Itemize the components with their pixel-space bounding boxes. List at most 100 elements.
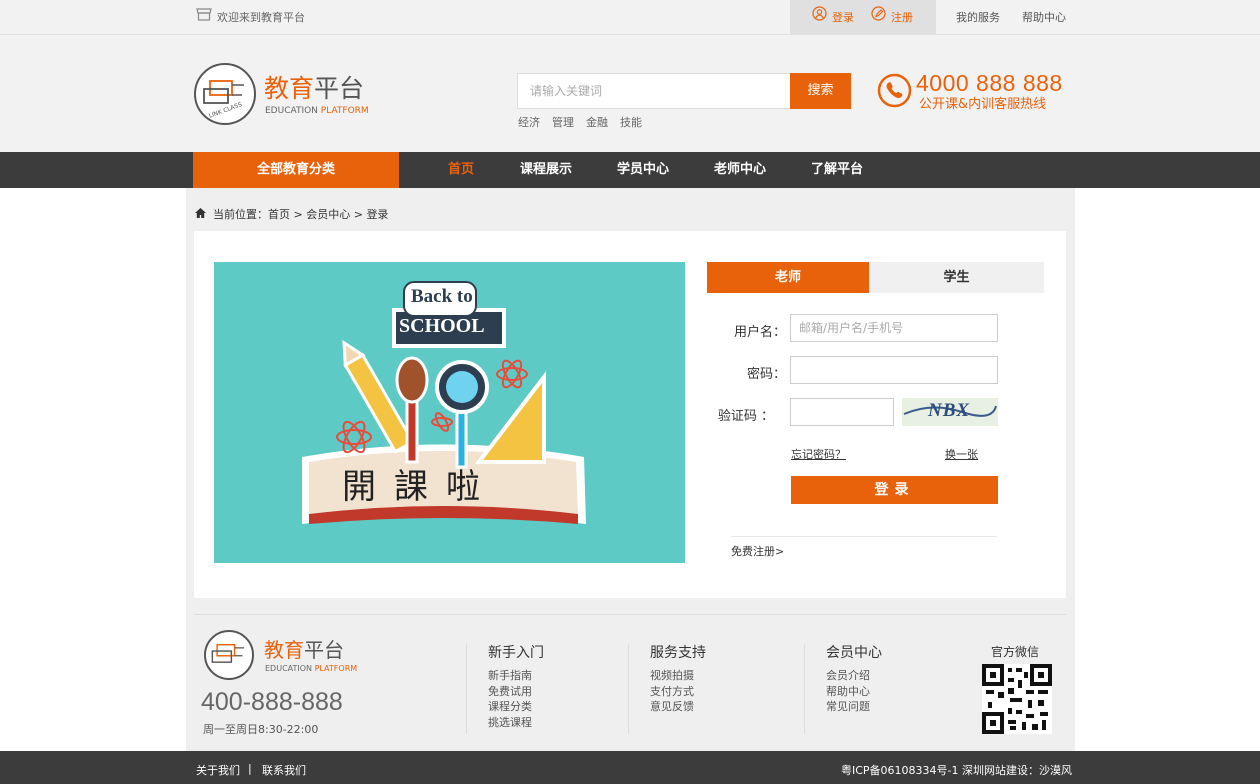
breadcrumb-current: 登录 <box>366 208 389 221</box>
footer-column-title: 新手入门 <box>488 645 544 661</box>
welcome-text: 欢迎来到教育平台 <box>217 11 305 24</box>
hot-keyword[interactable]: 技能 <box>620 114 642 130</box>
breadcrumb-prefix: 当前位置： <box>213 208 268 221</box>
bottom-bar: 关于我们 | 联系我们 粤ICP备06108334号-1 深圳网站建设：沙漠风 <box>0 751 1260 784</box>
register-link-label: 注册 <box>891 11 913 24</box>
footer-logo-title-part2: 平台 <box>304 638 344 662</box>
hotline-desc: 公开课&内训客服热线 <box>919 97 1047 112</box>
logo-subtitle-part1: EDUCATION <box>265 106 318 116</box>
help-center-link[interactable]: 帮助中心 <box>1022 0 1066 35</box>
footer-phone: 400-888-888 <box>201 688 343 716</box>
home-icon <box>194 207 207 222</box>
footer-column-title: 服务支持 <box>650 645 706 661</box>
footer-link[interactable]: 视频拍摄 <box>650 668 706 684</box>
about-us-link[interactable]: 关于我们 <box>196 762 240 778</box>
free-register-link[interactable]: 免费注册> <box>731 543 784 559</box>
footer-logo-title: 教育平台 <box>264 638 344 662</box>
banner-book-text: 開課啦 <box>342 467 498 507</box>
footer-separator <box>466 644 467 734</box>
wechat-qr-code <box>982 664 1052 734</box>
nav-item-about[interactable]: 了解平台 <box>811 152 863 188</box>
login-link[interactable]: 登录 <box>812 0 854 35</box>
footer-link[interactable]: 课程分类 <box>488 699 544 715</box>
footer-link[interactable]: 新手指南 <box>488 668 544 684</box>
username-field[interactable]: 邮箱/用户名/手机号 <box>790 314 998 342</box>
footer-link[interactable]: 帮助中心 <box>826 684 882 700</box>
password-label: 密码： <box>746 367 786 382</box>
footer-logo-subtitle: EDUCATION PLATFORM <box>265 664 357 673</box>
site-builder-link[interactable]: 深圳网站建设：沙漠风 <box>962 762 1072 778</box>
register-link[interactable]: 注册 <box>871 0 913 35</box>
footer-logo[interactable] <box>204 630 254 680</box>
my-service-link[interactable]: 我的服务 <box>956 0 1000 35</box>
footer-link[interactable]: 常见问题 <box>826 699 882 715</box>
breadcrumb: 当前位置：首页 > 会员中心 > 登录 <box>194 206 388 222</box>
footer-link[interactable]: 免费试用 <box>488 684 544 700</box>
footer-logo-title-part1: 教育 <box>264 638 304 662</box>
top-bar: 欢迎来到教育平台 登录 注册 我的服务 帮助中心 <box>0 0 1260 35</box>
footer-column-title: 会员中心 <box>826 645 882 661</box>
breadcrumb-member-center[interactable]: 会员中心 <box>306 208 350 221</box>
logo-title-part1: 教育 <box>264 74 315 103</box>
breadcrumb-separator: > <box>353 208 363 221</box>
back-to-school-banner: Back to SCHOOL 開課啦 <box>214 262 685 563</box>
footer-logo-emblem <box>204 630 254 680</box>
username-label: 用户名： <box>733 325 786 340</box>
nav-item-home[interactable]: 首页 <box>448 152 474 188</box>
bottom-separator: | <box>248 762 252 775</box>
contact-us-link[interactable]: 联系我们 <box>262 762 306 778</box>
hot-keyword[interactable]: 金融 <box>586 114 608 130</box>
footer-link[interactable]: 支付方式 <box>650 684 706 700</box>
footer-column-member: 会员中心 会员介绍 帮助中心 常见问题 <box>826 642 882 715</box>
edit-icon <box>871 0 886 35</box>
footer-column-beginner: 新手入门 新手指南 免费试用 课程分类 挑选课程 <box>488 642 544 730</box>
footer-link[interactable]: 意见反馈 <box>650 699 706 715</box>
forgot-password-link[interactable]: 忘记密码？ <box>791 446 846 462</box>
footer-separator <box>628 644 629 734</box>
banner-sign-line1: Back to <box>411 286 473 307</box>
welcome-area: 欢迎来到教育平台 <box>196 0 305 35</box>
icp-record: 粤ICP备06108334号-1 <box>841 764 959 777</box>
wechat-title: 官方微信 <box>991 645 1040 659</box>
captcha-label: 验证码 ： <box>717 409 774 424</box>
logo-subtitle: EDUCATION PLATFORM <box>265 106 369 116</box>
store-icon <box>196 0 212 35</box>
nav-item-students[interactable]: 学员中心 <box>617 152 669 188</box>
search-button[interactable]: 搜索 <box>790 73 851 109</box>
user-icon <box>812 0 827 35</box>
footer-divider <box>194 614 1066 615</box>
footer-hours: 周一至周日8:30-22:00 <box>203 723 319 736</box>
nav-item-teachers[interactable]: 老师中心 <box>714 152 766 188</box>
main-nav: 全部教育分类 首页 课程展示 学员中心 老师中心 了解平台 <box>0 152 1260 188</box>
footer-logo-subtitle-part1: EDUCATION <box>265 664 313 673</box>
logo-subtitle-part2: PLATFORM <box>320 106 369 116</box>
search-input[interactable]: 请输入关键词 <box>517 73 791 109</box>
footer-separator <box>804 644 805 734</box>
captcha-image[interactable]: NBX <box>902 398 998 426</box>
hot-keyword[interactable]: 管理 <box>552 114 574 130</box>
breadcrumb-home[interactable]: 首页 <box>268 208 290 221</box>
nav-item-courses[interactable]: 课程展示 <box>520 152 572 188</box>
form-divider <box>731 536 997 537</box>
logo-emblem: LINK CLASS <box>194 63 256 125</box>
footer-column-support: 服务支持 视频拍摄 支付方式 意见反馈 <box>650 642 706 715</box>
hot-keyword[interactable]: 经济 <box>518 114 540 130</box>
footer-link[interactable]: 挑选课程 <box>488 715 544 731</box>
refresh-captcha-link[interactable]: 换一张 <box>945 446 978 462</box>
all-categories-button[interactable]: 全部教育分类 <box>193 152 399 188</box>
auth-links: 登录 注册 <box>790 0 936 35</box>
tab-teacher[interactable]: 老师 <box>707 262 869 293</box>
banner-sign-line2: SCHOOL <box>399 315 485 337</box>
login-submit-button[interactable]: 登录 <box>791 476 998 504</box>
logo-title: 教育平台 <box>264 74 364 104</box>
tab-student[interactable]: 学生 <box>869 262 1044 293</box>
footer-link[interactable]: 会员介绍 <box>826 668 882 684</box>
captcha-field[interactable] <box>790 398 894 426</box>
breadcrumb-separator: > <box>293 208 303 221</box>
captcha-text: NBX <box>928 400 971 421</box>
logo-title-part2: 平台 <box>314 74 365 103</box>
logo[interactable]: LINK CLASS <box>194 63 256 125</box>
phone-icon <box>877 73 912 111</box>
footer-logo-subtitle-part2: PLATFORM <box>314 664 358 673</box>
password-field[interactable] <box>790 356 998 384</box>
